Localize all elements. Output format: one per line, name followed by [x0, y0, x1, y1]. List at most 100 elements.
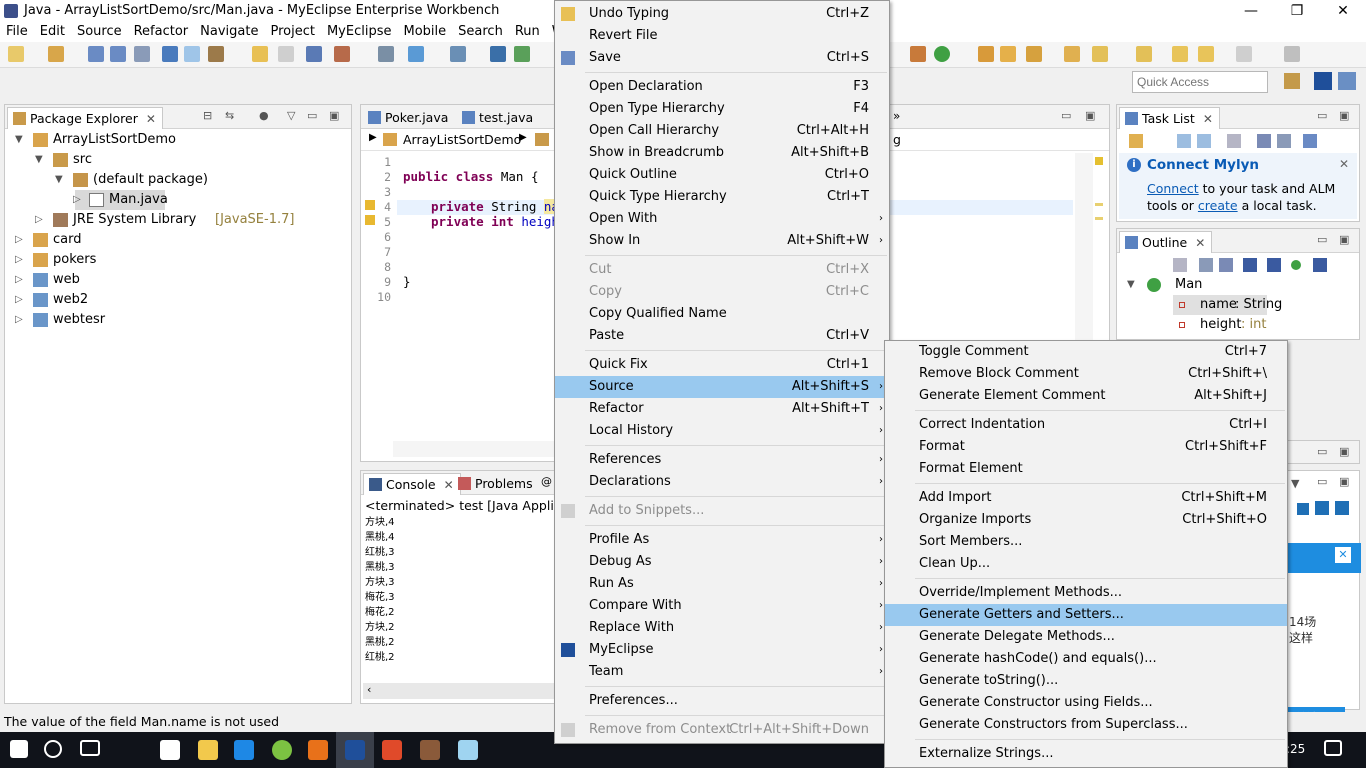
- menu-item-declarations[interactable]: Declarations ›: [555, 471, 889, 493]
- chevron-right-icon[interactable]: ▷: [15, 310, 25, 330]
- chevron-down-icon[interactable]: ▼: [1291, 477, 1299, 490]
- menu-navigate[interactable]: Navigate: [194, 22, 264, 42]
- file-explorer-icon[interactable]: [198, 740, 218, 760]
- menu-myeclipse[interactable]: MyEclipse: [321, 22, 398, 42]
- forward-icon[interactable]: [1236, 46, 1252, 62]
- new-task-icon[interactable]: [1129, 134, 1143, 148]
- menu-item-generate-hashcode-equals[interactable]: Generate hashCode() and equals()...: [885, 648, 1287, 670]
- print-icon[interactable]: [134, 46, 150, 62]
- task-view-icon[interactable]: [80, 740, 100, 756]
- menu-item-paste[interactable]: Paste Ctrl+V: [555, 325, 889, 347]
- notepad-icon[interactable]: [458, 740, 478, 760]
- menu-item-generate-delegate-methods[interactable]: Generate Delegate Methods...: [885, 626, 1287, 648]
- chevron-right-icon[interactable]: ▷: [15, 250, 25, 270]
- clock[interactable]: :25: [1286, 742, 1305, 756]
- warning-icon[interactable]: [365, 215, 375, 225]
- cortana-icon[interactable]: [44, 740, 62, 758]
- close-icon[interactable]: ✕: [1335, 547, 1351, 563]
- menu-edit[interactable]: Edit: [34, 22, 71, 42]
- windows-start-icon[interactable]: [10, 740, 28, 758]
- quick-access-input[interactable]: [1132, 71, 1268, 93]
- menu-item-sort-members[interactable]: Sort Members...: [885, 531, 1287, 553]
- menu-item-open-with[interactable]: Open With ›: [555, 208, 889, 230]
- annotation-icon[interactable]: [1064, 46, 1080, 62]
- view-menu-icon[interactable]: ●: [259, 109, 269, 122]
- menu-mobile[interactable]: Mobile: [397, 22, 452, 42]
- tab-console[interactable]: Console ✕: [363, 473, 461, 495]
- hammer-icon[interactable]: [208, 46, 224, 62]
- chevron-right-icon[interactable]: ▶: [519, 132, 527, 143]
- code-line-5[interactable]: private int height: [431, 214, 566, 229]
- menu-item-local-history[interactable]: Local History ›: [555, 420, 889, 442]
- menu-item-undo-typing[interactable]: Undo Typing Ctrl+Z: [555, 3, 889, 25]
- store-icon[interactable]: [160, 740, 180, 760]
- menu-item-remove-block-comment[interactable]: Remove Block Comment Ctrl+Shift+\: [885, 363, 1287, 385]
- create-link[interactable]: create: [1198, 198, 1238, 213]
- menu-item-correct-indentation[interactable]: Correct Indentation Ctrl+I: [885, 414, 1287, 436]
- open-type-icon[interactable]: [1000, 46, 1016, 62]
- java-perspective-icon[interactable]: [1338, 72, 1356, 90]
- folder-icon[interactable]: [978, 46, 994, 62]
- menu-refactor[interactable]: Refactor: [128, 22, 195, 42]
- menu-item-generate-getters-setters[interactable]: Generate Getters and Setters...: [885, 604, 1287, 626]
- menu-item-quick-fix[interactable]: Quick Fix Ctrl+1: [555, 354, 889, 376]
- maximize-view-icon[interactable]: ▣: [1339, 109, 1349, 122]
- menu-item-toggle-comment[interactable]: Toggle Comment Ctrl+7: [885, 341, 1287, 363]
- code-line-4[interactable]: private String nam: [431, 199, 567, 214]
- menu-item-refactor[interactable]: Refactor Alt+Shift+T ›: [555, 398, 889, 420]
- menu-item-clean-up[interactable]: Clean Up...: [885, 553, 1287, 575]
- menu-run[interactable]: Run: [509, 22, 546, 42]
- menu-item-replace-with[interactable]: Replace With ›: [555, 617, 889, 639]
- menu-item-show-in-breadcrumb[interactable]: Show in Breadcrumb Alt+Shift+B: [555, 142, 889, 164]
- menu-item-quick-type-hierarchy[interactable]: Quick Type Hierarchy Ctrl+T: [555, 186, 889, 208]
- minimize-view-icon[interactable]: ▭: [1061, 109, 1071, 122]
- next-annotation-icon[interactable]: [1092, 46, 1108, 62]
- hide-completed-icon[interactable]: [1257, 134, 1271, 148]
- chevron-right-icon[interactable]: ▷: [15, 230, 25, 250]
- toggle-mark-icon[interactable]: [184, 46, 200, 62]
- categorized-icon[interactable]: [1177, 134, 1191, 148]
- myeclipse-taskbar-item[interactable]: [336, 732, 374, 768]
- notification-icon[interactable]: [1324, 740, 1342, 756]
- tab-overflow-indicator[interactable]: »: [893, 109, 900, 123]
- hide-fields-icon[interactable]: [1243, 258, 1257, 272]
- browser-360-icon[interactable]: [272, 740, 292, 760]
- menu-item-save[interactable]: Save Ctrl+S: [555, 47, 889, 69]
- code-line-9[interactable]: }: [403, 274, 411, 289]
- warning-icon[interactable]: [365, 200, 375, 210]
- code-line-3[interactable]: public class Man {: [403, 169, 538, 184]
- menu-item-add-import[interactable]: Add Import Ctrl+Shift+M: [885, 487, 1287, 509]
- menu-item-open-call-hierarchy[interactable]: Open Call Hierarchy Ctrl+Alt+H: [555, 120, 889, 142]
- menu-file[interactable]: File: [0, 22, 34, 42]
- shirt-icon[interactable]: [1297, 503, 1309, 515]
- connect-link[interactable]: Connect: [1147, 181, 1199, 196]
- shirt-icon[interactable]: [1315, 501, 1329, 515]
- sort-icon[interactable]: [1219, 258, 1233, 272]
- link-editor-icon[interactable]: ⇆: [225, 109, 234, 122]
- chevron-down-icon[interactable]: ▼: [35, 150, 45, 170]
- external-tools-icon[interactable]: [514, 46, 530, 62]
- overview-marker[interactable]: [1095, 203, 1103, 206]
- save-icon[interactable]: [88, 46, 104, 62]
- close-icon[interactable]: ✕: [1195, 236, 1205, 250]
- tab-problems[interactable]: Problems: [453, 473, 539, 495]
- menu-item-open-type-hierarchy[interactable]: Open Type Hierarchy F4: [555, 98, 889, 120]
- tab-task-list[interactable]: Task List ✕: [1119, 107, 1220, 129]
- focus-icon[interactable]: [1227, 134, 1241, 148]
- deploy-icon[interactable]: [162, 46, 178, 62]
- chevron-right-icon[interactable]: ▷: [15, 290, 25, 310]
- menu-item-open-declaration[interactable]: Open Declaration F3: [555, 76, 889, 98]
- menu-item-organize-imports[interactable]: Organize Imports Ctrl+Shift+O: [885, 509, 1287, 531]
- grid-icon[interactable]: [490, 46, 506, 62]
- menu-item-externalize-strings[interactable]: Externalize Strings...: [885, 743, 1287, 765]
- menu-item-generate-tostring[interactable]: Generate toString()...: [885, 670, 1287, 692]
- chevron-right-icon[interactable]: ▷: [73, 190, 83, 210]
- tab-poker-java[interactable]: Poker.java: [363, 107, 454, 129]
- game-icon[interactable]: [420, 740, 440, 760]
- minimize-view-icon[interactable]: ▭: [1317, 445, 1327, 458]
- myeclipse-perspective-icon[interactable]: [1314, 72, 1332, 90]
- chevron-right-icon[interactable]: ▷: [15, 270, 25, 290]
- maximize-view-icon[interactable]: ▣: [329, 109, 339, 122]
- menu-item-format[interactable]: Format Ctrl+Shift+F: [885, 436, 1287, 458]
- javadoc-icon[interactable]: @: [541, 475, 552, 488]
